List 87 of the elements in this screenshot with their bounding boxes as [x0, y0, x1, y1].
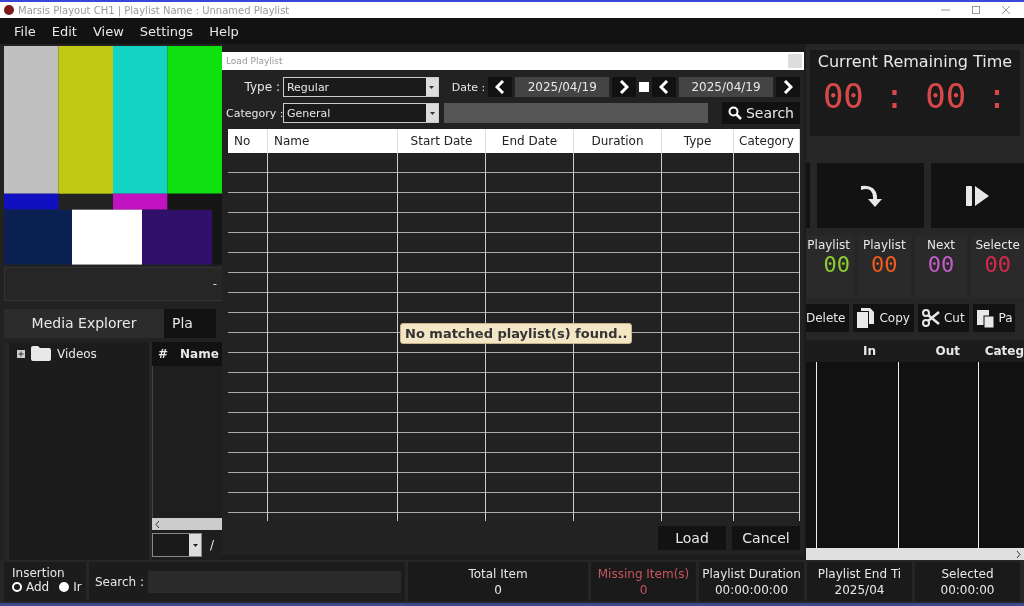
chevron-left-icon — [495, 80, 506, 94]
stat-value: 00:00:00:00 — [714, 582, 789, 597]
play-next-icon — [965, 184, 990, 207]
stat-value: 2025/04 — [834, 582, 885, 597]
page-separator: / — [210, 538, 215, 552]
skip-button[interactable] — [817, 163, 924, 228]
stat-label: Playlist End Ti — [817, 566, 902, 581]
scrollbar[interactable] — [806, 548, 1024, 560]
menu-item[interactable]: Settings — [133, 23, 200, 39]
tab[interactable]: Media Explorer — [4, 308, 164, 339]
menu-item[interactable]: File — [8, 23, 42, 39]
type-dropdown[interactable]: Regular — [282, 77, 439, 97]
menu-item[interactable]: View — [86, 23, 130, 39]
chevron-right-icon — [619, 80, 630, 94]
field-label: Type : — [243, 80, 280, 94]
empty-message: No matched playlist(s) found.. — [400, 323, 633, 344]
dialog-title: Load Playlist — [226, 56, 283, 66]
tree-item[interactable]: Videos — [57, 346, 97, 361]
counter-value: 00 — [871, 252, 898, 277]
date-field[interactable]: 2025/04/19 — [515, 77, 610, 97]
counter-label: Selecte — [975, 238, 1020, 252]
next-button[interactable] — [612, 77, 637, 97]
stat-label: Missing Item(s) — [597, 566, 690, 581]
counter-value: 00 — [984, 252, 1011, 277]
panel-title: Current Remaining Time — [817, 52, 1013, 71]
group-label: Insertion — [12, 566, 66, 580]
window-title: Marsis Playout CH1 | Playlist Name : Unnamed Playlist — [18, 4, 291, 16]
page-dropdown[interactable] — [152, 533, 202, 557]
search-button[interactable]: Search — [721, 102, 800, 124]
paste-button[interactable]: Pa — [972, 304, 1015, 332]
caret-icon — [192, 543, 198, 547]
folder-icon — [31, 346, 51, 362]
stat-value: 00:00:00 — [940, 582, 995, 597]
counter-value: 00 — [927, 252, 955, 277]
cut-button[interactable]: Cut — [917, 304, 969, 332]
menu-item[interactable]: Edit — [45, 23, 83, 39]
previous-button[interactable] — [652, 77, 677, 97]
stat-label: Selected — [941, 566, 994, 581]
search-label: Search : — [95, 574, 145, 589]
scroll-right-icon[interactable] — [1016, 550, 1021, 558]
previous-button[interactable] — [488, 77, 513, 97]
radio-label[interactable]: Ir — [73, 580, 82, 594]
caret-icon — [429, 111, 435, 115]
next-button[interactable] — [776, 77, 800, 97]
counter-label: Playlist — [807, 238, 850, 252]
checkbox[interactable] — [639, 82, 650, 92]
stat-value: 0 — [494, 582, 502, 597]
date-field[interactable]: 2025/04/19 — [679, 77, 773, 97]
counter-value: 00 — [823, 252, 850, 277]
radio-button[interactable] — [59, 582, 70, 592]
category-dropdown[interactable]: General — [283, 103, 439, 123]
stat-label: Playlist Duration — [702, 566, 801, 581]
column-header[interactable]: In — [828, 344, 911, 358]
search-field[interactable] — [444, 103, 708, 123]
counter-label: Playlist — [863, 238, 906, 252]
column-header[interactable]: Out — [910, 344, 985, 358]
search-icon — [727, 106, 742, 120]
copy-icon — [857, 308, 876, 328]
chevron-right-icon — [783, 80, 793, 94]
expand-icon[interactable] — [17, 349, 25, 358]
delete-button[interactable]: Delete — [806, 304, 850, 332]
close-icon[interactable] — [1002, 6, 1010, 14]
column-header[interactable]: # — [158, 347, 169, 362]
paste-icon — [976, 308, 995, 328]
tab[interactable]: Pla — [164, 308, 216, 339]
stat-label: Total Item — [468, 566, 528, 581]
radio-label[interactable]: Add — [26, 580, 50, 594]
scroll-left-icon[interactable] — [155, 520, 160, 528]
counter-label: Next — [927, 238, 955, 252]
radio-button[interactable] — [12, 582, 22, 592]
time-display: 00 : 00 : — [822, 75, 1008, 118]
chevron-left-icon — [659, 80, 670, 94]
caret-icon — [429, 85, 435, 89]
menu-item[interactable]: Help — [203, 23, 245, 39]
field-label: Date : — [451, 80, 486, 94]
dialog-button[interactable]: Cancel — [732, 526, 800, 550]
scrollbar[interactable] — [152, 518, 222, 530]
column-header[interactable]: Name — [180, 347, 219, 362]
dialog-button[interactable]: Load — [658, 526, 726, 550]
app-icon — [4, 5, 14, 15]
reading-text: - — [212, 276, 217, 291]
copy-button[interactable]: Copy — [853, 304, 914, 332]
scissors-icon — [921, 309, 940, 327]
column-header[interactable]: Categ — [984, 344, 1024, 358]
play-next-button[interactable] — [931, 163, 1024, 228]
stat-value: 0 — [639, 582, 648, 597]
maximize-icon[interactable] — [972, 6, 980, 14]
